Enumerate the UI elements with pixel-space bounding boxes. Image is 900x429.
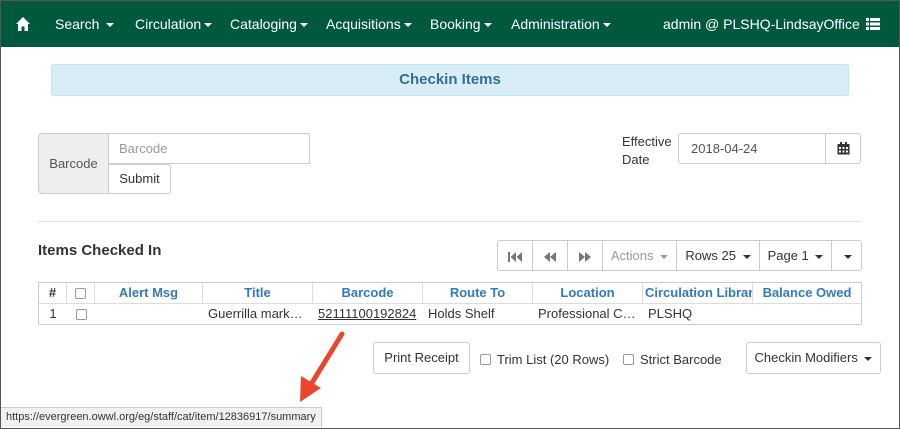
print-receipt-button[interactable]: Print Receipt — [373, 342, 470, 374]
nav-administration-menu[interactable]: Administration — [511, 1, 611, 47]
submit-button[interactable]: Submit — [108, 164, 171, 194]
rewind-icon — [544, 251, 556, 262]
row-balance-owed — [753, 304, 861, 324]
effective-date-label: Effective Date — [622, 134, 672, 167]
column-options-dropdown[interactable] — [831, 240, 862, 271]
column-header-select-all[interactable] — [67, 283, 95, 303]
strict-barcode-checkbox[interactable] — [623, 354, 634, 366]
row-alert-msg — [95, 304, 203, 324]
column-header-balance-owed[interactable]: Balance Owed — [753, 283, 861, 303]
column-header-route-to[interactable]: Route To — [423, 283, 533, 303]
column-header-location[interactable]: Location — [533, 283, 643, 303]
items-checked-in-heading: Items Checked In — [38, 242, 162, 259]
calendar-icon — [837, 142, 850, 155]
barcode-input[interactable] — [108, 133, 310, 164]
checkin-modifiers-dropdown[interactable]: Checkin Modifiers — [746, 342, 881, 374]
home-icon[interactable] — [15, 16, 31, 32]
row-checkbox[interactable] — [75, 309, 87, 321]
top-navbar: Search Circulation Cataloging Acquisitio… — [1, 1, 899, 47]
next-page-button[interactable] — [567, 240, 603, 271]
section-divider — [38, 221, 861, 222]
checkin-modifiers-label: Checkin Modifiers — [754, 350, 858, 365]
fast-forward-icon — [579, 251, 591, 262]
page-dropdown[interactable]: Page 1 — [759, 240, 832, 271]
chevron-down-icon — [106, 23, 115, 28]
chevron-down-icon — [815, 254, 824, 259]
nav-search-menu[interactable]: Search — [55, 1, 115, 47]
trim-list-checkbox[interactable] — [480, 354, 491, 366]
column-header-number: # — [39, 283, 67, 303]
calendar-button[interactable] — [825, 133, 861, 164]
nav-circulation-label: Circulation — [135, 16, 202, 32]
annotation-arrow-icon — [300, 331, 345, 402]
rows-dropdown[interactable]: Rows 25 — [676, 240, 760, 271]
trim-list-label: Trim List (20 Rows) — [497, 352, 610, 367]
page-label: Page 1 — [767, 248, 809, 263]
row-barcode-link[interactable]: 52111100192824 — [313, 304, 423, 324]
actions-label: Actions — [610, 248, 654, 263]
first-page-icon — [508, 251, 522, 262]
select-all-checkbox[interactable] — [75, 288, 86, 300]
row-location: Professional Collection — [538, 306, 643, 321]
chevron-down-icon — [660, 254, 669, 259]
nav-booking-menu[interactable]: Booking — [430, 1, 492, 47]
chevron-down-icon — [204, 23, 213, 28]
nav-circulation-menu[interactable]: Circulation — [135, 1, 213, 47]
grid-header-row: # Alert Msg Title Barcode Route To Locat… — [39, 283, 861, 304]
chevron-down-icon — [602, 23, 611, 28]
chevron-down-icon — [844, 254, 852, 259]
column-header-barcode[interactable]: Barcode — [313, 283, 423, 303]
nav-booking-label: Booking — [430, 16, 481, 32]
column-header-title[interactable]: Title — [203, 283, 313, 303]
chevron-down-icon — [742, 254, 751, 259]
row-circulation-library: PLSHQ — [648, 306, 693, 321]
strict-barcode-option[interactable]: Strict Barcode — [623, 352, 722, 368]
trim-list-option[interactable]: Trim List (20 Rows) — [480, 352, 609, 368]
table-row[interactable]: 1 Guerrilla marketing excellence 5211110… — [39, 304, 861, 324]
previous-page-button[interactable] — [532, 240, 568, 271]
chevron-down-icon — [299, 23, 308, 28]
row-route-to: Holds Shelf — [428, 306, 495, 321]
nav-administration-label: Administration — [511, 16, 600, 32]
rows-label: Rows 25 — [685, 248, 736, 263]
nav-acquisitions-label: Acquisitions — [326, 16, 401, 32]
barcode-label: Barcode — [38, 133, 109, 194]
page-title: Checkin Items — [51, 64, 849, 96]
chevron-down-icon — [864, 356, 873, 361]
status-bar-url: https://evergreen.owwl.org/eg/staff/cat/… — [1, 407, 322, 427]
chevron-down-icon — [403, 23, 412, 28]
nav-cataloging-label: Cataloging — [230, 16, 297, 32]
column-header-circulation-library[interactable]: Circulation Library — [643, 283, 753, 303]
row-number: 1 — [49, 306, 57, 321]
first-page-button[interactable] — [497, 240, 533, 271]
column-header-alert-msg[interactable]: Alert Msg — [95, 283, 203, 303]
nav-user-label[interactable]: admin @ PLSHQ-LindsayOffice — [663, 1, 860, 47]
nav-search-label: Search — [55, 16, 100, 32]
row-select-cell[interactable] — [67, 304, 95, 324]
chevron-down-icon — [483, 23, 492, 28]
nav-acquisitions-menu[interactable]: Acquisitions — [326, 1, 412, 47]
row-title-link[interactable]: Guerrilla marketing excellence — [203, 304, 313, 324]
strict-barcode-label: Strict Barcode — [640, 352, 722, 367]
nav-cataloging-menu[interactable]: Cataloging — [230, 1, 308, 47]
items-grid: # Alert Msg Title Barcode Route To Locat… — [38, 282, 862, 325]
actions-dropdown[interactable]: Actions — [602, 240, 677, 271]
effective-date-input[interactable]: 2018-04-24 — [678, 133, 826, 164]
list-icon[interactable] — [866, 17, 880, 31]
